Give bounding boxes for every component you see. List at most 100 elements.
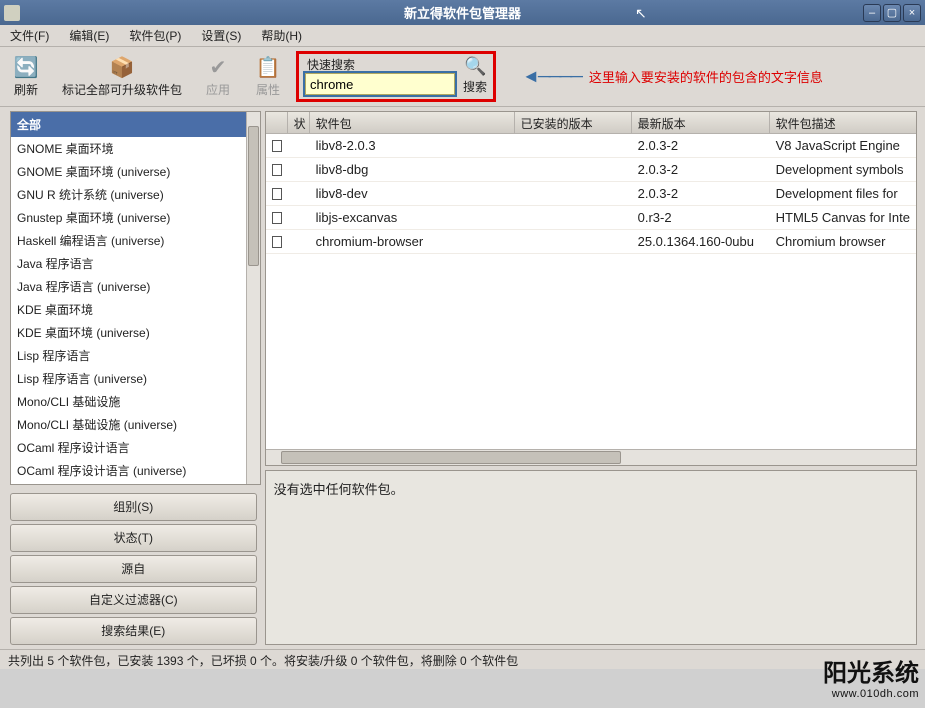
horizontal-scrollbar[interactable]	[266, 449, 916, 465]
properties-label: 属性	[256, 81, 280, 98]
package-checkbox[interactable]	[272, 140, 282, 152]
category-item[interactable]: Gnustep 桌面环境 (universe)	[11, 206, 246, 229]
category-item[interactable]: GNU R 统计系统 (universe)	[11, 183, 246, 206]
menubar: 文件(F) 编辑(E) 软件包(P) 设置(S) 帮助(H)	[0, 25, 925, 47]
menu-settings[interactable]: 设置(S)	[197, 25, 245, 46]
mark-upgrades-button[interactable]: 📦 标记全部可升级软件包	[54, 51, 190, 102]
category-scrollbar[interactable]	[246, 112, 260, 484]
table-row[interactable]: libv8-dev 2.0.3-2Development files for	[266, 182, 916, 206]
annotation: ◄──── 这里输入要安装的软件的包含的文字信息	[522, 51, 823, 102]
refresh-icon: 🔄	[12, 55, 40, 79]
refresh-label: 刷新	[14, 81, 38, 98]
pkg-latest: 2.0.3-2	[632, 162, 770, 177]
column-installed[interactable]: 已安装的版本	[515, 112, 632, 133]
category-item[interactable]: Mono/CLI 基础设施 (universe)	[11, 413, 246, 436]
properties-icon: 📋	[254, 55, 282, 79]
filter-groups-button[interactable]: 组别(S)	[10, 493, 257, 521]
category-item[interactable]: PHP 程序设计语言 (universe)	[11, 482, 246, 484]
pkg-desc: Chromium browser	[770, 234, 916, 249]
app-icon	[4, 5, 20, 21]
search-button-label: 搜索	[463, 78, 487, 95]
table-row[interactable]: libv8-dbg 2.0.3-2Development symbols	[266, 158, 916, 182]
window-title: 新立得软件包管理器	[404, 3, 521, 22]
search-input[interactable]	[305, 73, 455, 95]
menu-package[interactable]: 软件包(P)	[125, 25, 185, 46]
quick-search-group: 快速搜索 🔍 搜索	[296, 51, 496, 102]
pkg-desc: Development symbols	[770, 162, 916, 177]
package-checkbox[interactable]	[272, 212, 282, 224]
category-item[interactable]: Mono/CLI 基础设施	[11, 390, 246, 413]
category-item[interactable]: 全部	[11, 112, 246, 137]
pkg-name: libv8-dev	[310, 186, 515, 201]
menu-edit[interactable]: 编辑(E)	[65, 25, 113, 46]
category-item[interactable]: KDE 桌面环境	[11, 298, 246, 321]
column-name[interactable]: 软件包	[310, 112, 515, 133]
minimize-button[interactable]: –	[863, 4, 881, 22]
pkg-name: libjs-excanvas	[310, 210, 515, 225]
quick-search-label: 快速搜索	[307, 56, 355, 73]
column-latest[interactable]: 最新版本	[632, 112, 770, 133]
category-item[interactable]: Haskell 编程语言 (universe)	[11, 229, 246, 252]
cursor-icon: ↖	[635, 5, 647, 22]
properties-button[interactable]: 📋 属性	[246, 51, 290, 102]
category-item[interactable]: Lisp 程序语言 (universe)	[11, 367, 246, 390]
description-text: 没有选中任何软件包。	[274, 482, 404, 497]
close-button[interactable]: ×	[903, 4, 921, 22]
pkg-desc: HTML5 Canvas for Inte	[770, 210, 916, 225]
annotation-text: 这里输入要安装的软件的包含的文字信息	[589, 67, 823, 86]
pkg-name: chromium-browser	[310, 234, 515, 249]
pkg-latest: 25.0.1364.160-0ubu	[632, 234, 770, 249]
statusbar: 共列出 5 个软件包，已安装 1393 个，已坏损 0 个。将安装/升级 0 个…	[0, 649, 925, 669]
search-button[interactable]: 🔍 搜索	[463, 56, 487, 95]
column-sort[interactable]: 状	[288, 112, 310, 133]
package-list-header: 状 软件包 已安装的版本 最新版本 软件包描述	[266, 112, 916, 134]
apply-label: 应用	[206, 81, 230, 98]
category-list-frame: 全部GNOME 桌面环境GNOME 桌面环境 (universe)GNU R 统…	[10, 111, 261, 485]
package-checkbox[interactable]	[272, 236, 282, 248]
package-checkbox[interactable]	[272, 188, 282, 200]
category-list[interactable]: 全部GNOME 桌面环境GNOME 桌面环境 (universe)GNU R 统…	[11, 112, 246, 484]
arrow-left-icon: ◄────	[522, 66, 581, 87]
column-description[interactable]: 软件包描述	[770, 112, 916, 133]
category-item[interactable]: Java 程序语言	[11, 252, 246, 275]
category-item[interactable]: KDE 桌面环境 (universe)	[11, 321, 246, 344]
filter-status-button[interactable]: 状态(T)	[10, 524, 257, 552]
titlebar: 新立得软件包管理器 – ▢ × ↖	[0, 0, 925, 25]
horizontal-scrollbar-thumb[interactable]	[281, 451, 621, 464]
category-item[interactable]: OCaml 程序设计语言 (universe)	[11, 459, 246, 482]
mark-upgrades-label: 标记全部可升级软件包	[62, 81, 182, 98]
pkg-name: libv8-dbg	[310, 162, 515, 177]
mark-upgrades-icon: 📦	[108, 55, 136, 79]
table-row[interactable]: chromium-browser 25.0.1364.160-0ubuChromi…	[266, 230, 916, 254]
filter-origin-button[interactable]: 源自	[10, 555, 257, 583]
watermark-url: www.010dh.com	[823, 688, 919, 700]
status-text: 共列出 5 个软件包，已安装 1393 个，已坏损 0 个。将安装/升级 0 个…	[8, 654, 518, 668]
pkg-latest: 2.0.3-2	[632, 186, 770, 201]
category-item[interactable]: GNOME 桌面环境	[11, 137, 246, 160]
maximize-button[interactable]: ▢	[883, 4, 901, 22]
description-panel: 没有选中任何软件包。	[265, 470, 917, 645]
apply-button[interactable]: ✔ 应用	[196, 51, 240, 102]
filter-results-button[interactable]: 搜索结果(E)	[10, 617, 257, 645]
pkg-latest: 2.0.3-2	[632, 138, 770, 153]
category-item[interactable]: Lisp 程序语言	[11, 344, 246, 367]
category-item[interactable]: GNOME 桌面环境 (universe)	[11, 160, 246, 183]
filter-custom-button[interactable]: 自定义过滤器(C)	[10, 586, 257, 614]
pkg-desc: Development files for	[770, 186, 916, 201]
binoculars-icon: 🔍	[464, 56, 486, 76]
sidebar: 全部GNOME 桌面环境GNOME 桌面环境 (universe)GNU R 统…	[0, 107, 263, 649]
pkg-desc: V8 JavaScript Engine	[770, 138, 916, 153]
column-select[interactable]	[266, 112, 288, 133]
table-row[interactable]: libv8-2.0.32.0.3-2V8 JavaScript Engine	[266, 134, 916, 158]
category-item[interactable]: OCaml 程序设计语言	[11, 436, 246, 459]
table-row[interactable]: libjs-excanvas 0.r3-2HTML5 Canvas for Int…	[266, 206, 916, 230]
menu-help[interactable]: 帮助(H)	[257, 25, 306, 46]
scrollbar-thumb[interactable]	[248, 126, 259, 266]
package-rows: libv8-2.0.32.0.3-2V8 JavaScript Engineli…	[266, 134, 916, 254]
apply-icon: ✔	[204, 55, 232, 79]
category-item[interactable]: Java 程序语言 (universe)	[11, 275, 246, 298]
refresh-button[interactable]: 🔄 刷新	[4, 51, 48, 102]
package-checkbox[interactable]	[272, 164, 282, 176]
pkg-latest: 0.r3-2	[632, 210, 770, 225]
menu-file[interactable]: 文件(F)	[6, 25, 53, 46]
